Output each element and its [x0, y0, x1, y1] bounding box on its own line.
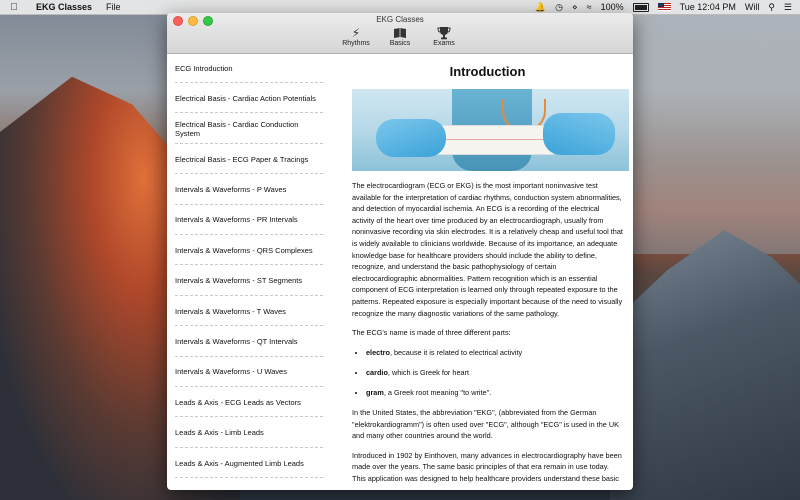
list-item: gram, a Greek root meaning "to write".	[366, 387, 623, 399]
desktop-mountain-right	[610, 230, 800, 500]
lesson-list-item[interactable]: ECG Introduction	[175, 54, 323, 83]
name-parts-list: electro, because it is related to electr…	[352, 347, 623, 399]
title-bar[interactable]: EKG Classes ⚡︎ Rhythms Basics Exams	[167, 13, 633, 54]
app-window: EKG Classes ⚡︎ Rhythms Basics Exams ECG	[167, 13, 633, 490]
hero-image-ecg-strip	[352, 89, 629, 171]
list-item: electro, because it is related to electr…	[366, 347, 623, 359]
status-area: 🔔 ◷ ⋄ ≈ 100% Tue 12:04 PM Will ⚲ ☰	[535, 2, 792, 13]
file-menu[interactable]: File	[106, 2, 121, 12]
notification-center-icon[interactable]: ☰	[784, 2, 792, 13]
term-desc: , because it is related to electrical ac…	[389, 347, 523, 357]
term-desc: , a Greek root meaning "to write".	[383, 387, 492, 397]
list-item: cardio, which is Greek for heart	[366, 367, 623, 379]
battery-icon[interactable]	[632, 2, 649, 12]
toolbar-basics-button[interactable]: Basics	[385, 25, 415, 47]
time-machine-icon[interactable]: ◷	[555, 2, 563, 13]
spotlight-search-icon[interactable]: ⚲	[768, 2, 775, 13]
article-paragraph: Introduced in 1902 by Einthoven, many ad…	[352, 450, 622, 483]
trophy-icon	[437, 25, 452, 40]
toolbar-rhythms-label: Rhythms	[342, 40, 370, 47]
term: electro	[366, 347, 390, 357]
lesson-list-item[interactable]: Leads & Axis - Limb Leads	[175, 419, 323, 448]
lesson-list-item[interactable]: Electrical Basis - Cardiac Conduction Sy…	[175, 115, 323, 144]
lesson-list-item[interactable]: Intervals & Waveforms - ST Segments	[175, 267, 323, 296]
hero-ecg-paper	[432, 125, 554, 155]
book-icon	[393, 25, 408, 40]
toolbar-exams-button[interactable]: Exams	[429, 25, 459, 47]
lesson-list-item[interactable]: Intervals & Waveforms - T Waves	[175, 297, 323, 327]
lightning-icon: ⚡︎	[351, 25, 361, 40]
hero-glove-left	[376, 119, 446, 157]
lesson-list-item[interactable]: Intervals & Waveforms - P Waves	[175, 176, 323, 205]
app-menu[interactable]: EKG Classes	[36, 2, 92, 12]
lesson-list-item[interactable]: Leads & Axis - Precordial Leads	[175, 479, 323, 490]
content-area: ECG Introduction Electrical Basis - Card…	[167, 54, 633, 490]
desktop-sky	[620, 14, 800, 254]
lesson-list-item[interactable]: Leads & Axis - Augmented Limb Leads	[175, 449, 323, 479]
wifi-icon[interactable]: ≈	[587, 2, 592, 12]
lesson-list: ECG Introduction Electrical Basis - Card…	[167, 54, 340, 490]
article-pane[interactable]: Introduction The electrocardiogram (ECG …	[340, 54, 633, 490]
article-paragraph: In the United States, the abbreviation "…	[352, 408, 619, 441]
term: cardio	[366, 367, 388, 377]
bluetooth-icon[interactable]: ⋄	[572, 2, 578, 13]
battery-percentage[interactable]: 100%	[601, 2, 624, 12]
lesson-list-item[interactable]: Electrical Basis - ECG Paper & Tracings	[175, 145, 323, 175]
toolbar-exams-label: Exams	[433, 40, 455, 47]
clock[interactable]: Tue 12:04 PM	[680, 2, 736, 12]
term-desc: , which is Greek for heart	[387, 367, 470, 377]
toolbar: ⚡︎ Rhythms Basics Exams	[167, 25, 633, 48]
toolbar-basics-label: Basics	[389, 40, 411, 47]
hero-glove-right	[543, 113, 615, 155]
lesson-list-item[interactable]: Intervals & Waveforms - PR Intervals	[175, 206, 323, 235]
lesson-list-item[interactable]: Electrical Basis - Cardiac Action Potent…	[175, 84, 323, 114]
lesson-list-item[interactable]: Intervals & Waveforms - QRS Complexes	[175, 236, 323, 266]
lesson-list-item[interactable]: Intervals & Waveforms - QT Intervals	[175, 328, 323, 357]
toolbar-rhythms-button[interactable]: ⚡︎ Rhythms	[341, 25, 371, 48]
input-source-flag-icon[interactable]	[657, 3, 671, 11]
article-paragraph: The electrocardiogram (ECG or EKG) is th…	[352, 181, 623, 318]
term: gram	[366, 387, 384, 397]
article-paragraph: The ECG's name is made of three differen…	[352, 328, 511, 338]
window-title: EKG Classes	[376, 15, 424, 24]
article-title: Introduction	[449, 64, 526, 79]
lesson-list-item[interactable]: Leads & Axis - ECG Leads as Vectors	[175, 388, 323, 418]
user-name[interactable]: Will	[745, 2, 760, 12]
notification-bell-icon[interactable]: 🔔	[535, 2, 546, 13]
apple-menu-icon[interactable]: 	[6, 2, 22, 13]
lesson-list-item[interactable]: Intervals & Waveforms - U Waves	[175, 358, 323, 387]
